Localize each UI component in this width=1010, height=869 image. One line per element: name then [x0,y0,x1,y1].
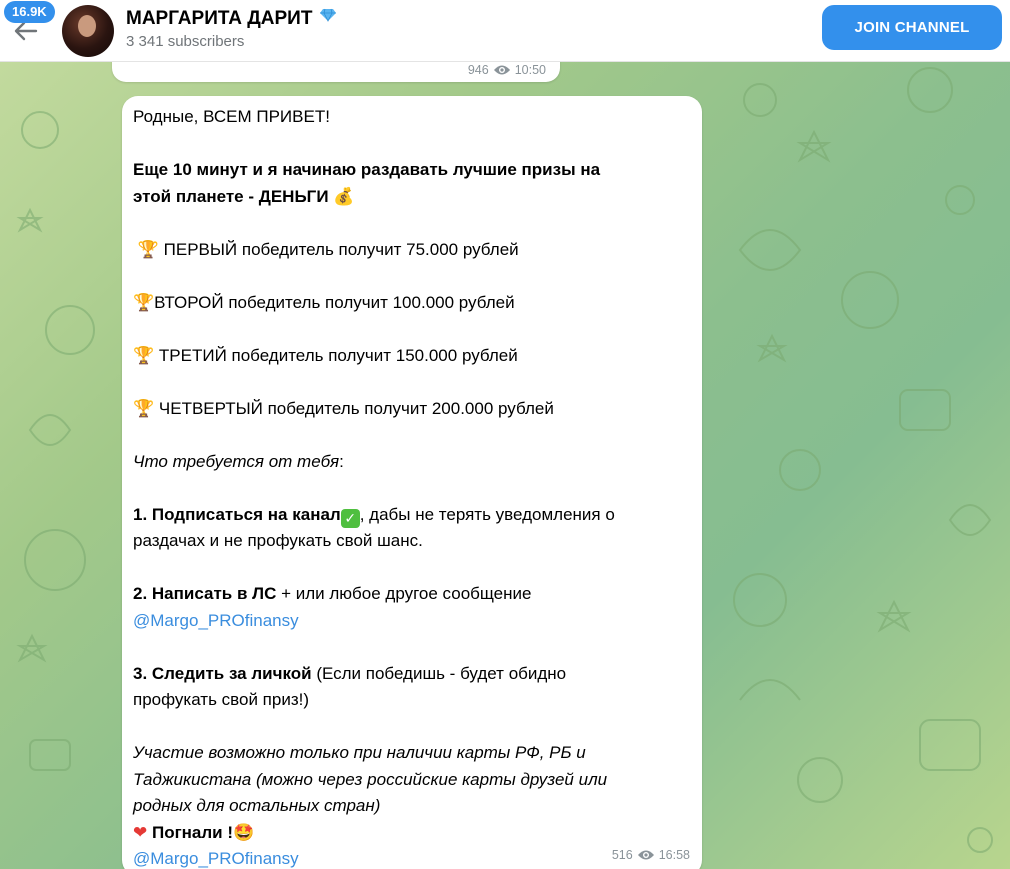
trophy-icon: 🏆 [133,345,155,366]
message-text: Родные, ВСЕМ ПРИВЕТ! Еще 10 минут и я на… [133,104,698,869]
trophy-icon: 🏆 [133,292,155,313]
trophy-icon: 🏆 [137,239,159,260]
step-1-rest: , дабы не терять уведомления о [359,504,615,524]
prize-line-2: 🏆ВТОРОЙ победитель получит 100.000 рубле… [133,290,698,317]
trophy-icon: 🏆 [133,398,155,419]
eye-icon [637,850,654,860]
message-time: 16:58 [658,848,690,862]
message-meta: 946 10:50 [468,63,546,77]
closing-line: ❤ Погнали !🤩 [133,820,698,847]
join-channel-button[interactable]: JOIN CHANNEL [822,5,1002,50]
step-2-rest: + или любое другое сообщение [276,584,532,603]
greeting-line: Родные, ВСЕМ ПРИВЕТ! [133,107,330,126]
intro-line-2: этой планете - ДЕНЬГИ 💰 [133,184,698,211]
channel-title[interactable]: МАРГАРИТА ДАРИТ [126,8,336,30]
subscriber-count: 3 341 subscribers [126,33,245,50]
channel-avatar[interactable] [62,5,114,57]
intro-line-1: Еще 10 минут и я начинаю раздавать лучши… [133,160,601,179]
step-1-line-2: раздачах и не профукать свой шанс. [133,531,423,550]
step-3-line-2: профукать свой приз!) [133,690,310,709]
step-3-line-1: 3. Следить за личкой (Если победишь - бу… [133,661,698,688]
star-struck-icon: 🤩 [233,822,255,843]
note-line-1: Участие возможно только при наличии карт… [133,743,586,762]
view-count: 516 [611,848,633,862]
avatar-face [78,15,96,37]
step-3-rest: (Если победишь - будет обидно [311,663,567,683]
heart-icon: ❤ [133,822,148,843]
prize-line-3-text: ТРЕТИЙ победитель получит 150.000 рублей [158,345,518,365]
requirements-heading: Что требуется от тебя: [133,451,344,471]
step-1-bold: 1. Подписаться на канал [133,504,341,524]
diamond-icon [319,8,336,22]
message-time: 10:50 [514,63,546,77]
eye-icon [493,65,510,75]
step-2-bold: 2. Написать в ЛС [133,584,277,603]
prize-line-3: 🏆 ТРЕТИЙ победитель получит 150.000 рубл… [133,343,698,370]
note-line-3: родных для остальных стран) [133,796,381,815]
prize-line-2-text: ВТОРОЙ победитель получит 100.000 рублей [154,292,515,312]
step-1-line-1: 1. Подписаться на канал ✓, дабы не терять… [133,502,698,529]
note-line-2: Таджикистана (можно через российские кар… [133,769,608,789]
check-mark-icon: ✓ [340,508,360,528]
closing-text: Погнали ! [147,822,234,842]
prize-line-4-text: ЧЕТВЕРТЫЙ победитель получит 200.000 руб… [158,398,554,418]
username-link[interactable]: @Margo_PROfinansy [133,611,299,630]
channel-title-text: МАРГАРИТА ДАРИТ [126,8,313,29]
prize-line-1-text: ПЕРВЫЙ победитель получит 75.000 рублей [163,239,519,259]
channel-header: 16.9K МАРГАРИТА ДАРИТ 3 341 subscribers … [0,0,1010,62]
step-3-bold: 3. Следить за личкой [133,663,312,683]
message-bubble[interactable]: Родные, ВСЕМ ПРИВЕТ! Еще 10 минут и я на… [122,96,702,869]
money-bag-icon: 💰 [333,186,355,207]
step-2-line-1: 2. Написать в ЛС + или любое другое сооб… [133,581,698,608]
requirements-heading-text: Что требуется от тебя [133,451,340,471]
username-link[interactable]: @Margo_PROfinansy [133,849,299,868]
unread-count-badge: 16.9K [4,1,55,23]
message-meta: 516 16:58 [612,848,690,862]
prize-line-1: 🏆 ПЕРВЫЙ победитель получит 75.000 рубле… [133,237,698,264]
step-2-link-line: @Margo_PROfinansy [133,608,698,635]
prize-line-4: 🏆 ЧЕТВЕРТЫЙ победитель получит 200.000 р… [133,396,698,423]
view-count: 946 [467,63,489,77]
intro-line-2-text: этой планете - ДЕНЬГИ [133,186,329,206]
